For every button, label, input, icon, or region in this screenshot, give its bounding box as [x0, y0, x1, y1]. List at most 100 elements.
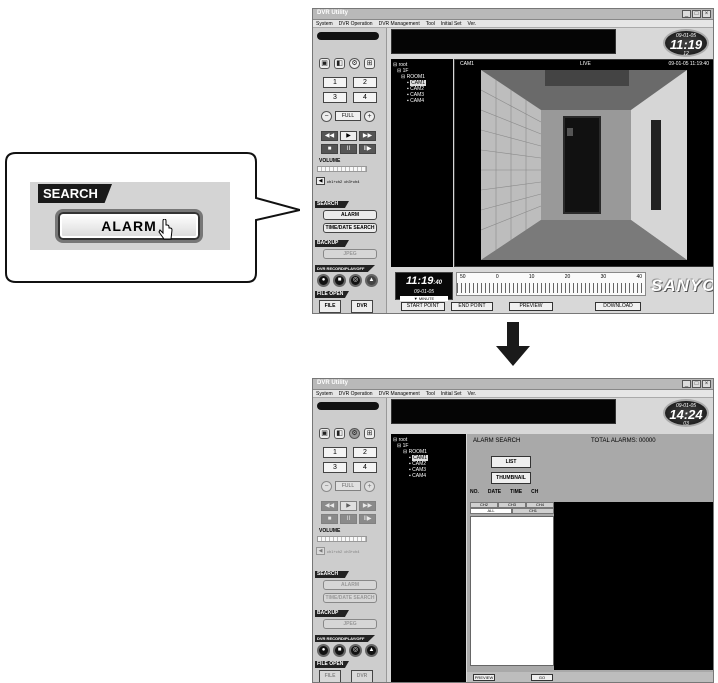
dvr-button[interactable]: DVR [351, 300, 373, 313]
rewind-button[interactable]: ◀◀ [321, 501, 338, 511]
video-view[interactable]: CAM1 LIVE 09-01-05 11:19:40 [454, 59, 713, 267]
menu-dvr-management[interactable]: DVR Management [379, 20, 420, 27]
tree-cam4[interactable]: ▪ CAM4 [393, 473, 464, 479]
thumbnail-button[interactable]: THUMBNAIL [491, 472, 531, 484]
channel-3-button[interactable]: 3 [323, 92, 347, 103]
menu-initial-set[interactable]: Initial Set [441, 20, 462, 27]
pause-button[interactable]: II [340, 514, 357, 524]
ch3-ch4-checkbox[interactable]: ch3+ch4 [344, 179, 359, 184]
step-button[interactable]: II▶ [359, 144, 376, 154]
volume-slider[interactable] [317, 166, 367, 172]
maximize-button[interactable]: □ [692, 380, 701, 388]
list-button[interactable]: LIST [491, 456, 531, 468]
start-point-button[interactable]: START POINT [401, 302, 445, 311]
settings-icon[interactable]: ⚙ [349, 428, 360, 439]
play-record-icon[interactable]: ◎ [349, 274, 362, 287]
channel-2-button[interactable]: 2 [353, 77, 377, 88]
menu-initial-set[interactable]: Initial Set [441, 390, 462, 397]
audio-left-icon[interactable]: ◀ [316, 177, 325, 185]
ch1-ch2-checkbox[interactable]: ch1+ch2 [327, 179, 342, 184]
zoom-in-icon[interactable]: + [364, 111, 375, 122]
fast-forward-button[interactable]: ▶▶ [359, 501, 376, 511]
channel-1-button[interactable]: 1 [323, 447, 347, 458]
eject-icon[interactable]: ▲ [365, 644, 378, 657]
jpeg-button[interactable]: JPEG [323, 249, 377, 259]
volume-slider[interactable] [317, 536, 367, 542]
alarm-preview-area [554, 502, 713, 670]
menu-dvr-operation[interactable]: DVR Operation [339, 390, 373, 397]
file-button[interactable]: FILE [319, 670, 341, 682]
minimize-button[interactable]: _ [682, 10, 691, 18]
menu-ver[interactable]: Ver. [467, 20, 476, 27]
ch1-ch2-checkbox[interactable]: ch1+ch2 [327, 549, 342, 554]
pause-button[interactable]: II [340, 144, 357, 154]
camera-icon[interactable]: ▣ [319, 58, 330, 69]
channel-1-button[interactable]: 1 [323, 77, 347, 88]
close-button[interactable]: × [702, 10, 711, 18]
eject-icon[interactable]: ▲ [365, 274, 378, 287]
audio-left-icon[interactable]: ◀ [316, 547, 325, 555]
stop-record-icon[interactable]: ■ [333, 644, 346, 657]
ch3-ch4-checkbox[interactable]: ch3+ch4 [344, 549, 359, 554]
full-button[interactable]: FULL [335, 111, 361, 121]
minimize-button[interactable]: _ [682, 380, 691, 388]
alarm-button[interactable]: ALARM [323, 580, 377, 590]
time-date-search-button[interactable]: TIME/DATE SEARCH [323, 593, 377, 603]
message-display [391, 399, 616, 424]
dvr-button[interactable]: DVR [351, 670, 373, 682]
file-button[interactable]: FILE [319, 300, 341, 313]
menu-system[interactable]: System [316, 20, 333, 27]
stop-button[interactable]: ■ [321, 514, 338, 524]
zoomed-alarm-button[interactable]: ALARM [58, 212, 200, 240]
menu-ver[interactable]: Ver. [467, 390, 476, 397]
record-icon[interactable]: ● [317, 644, 330, 657]
go-button[interactable]: GO [531, 674, 553, 681]
camera-icon[interactable]: ▣ [319, 428, 330, 439]
settings-icon[interactable]: ⚙ [349, 58, 360, 69]
close-button[interactable]: × [702, 380, 711, 388]
menu-system[interactable]: System [316, 390, 333, 397]
timeline-scale[interactable]: 50 0 10 20 30 40 [456, 272, 646, 296]
menu-tool[interactable]: Tool [426, 390, 435, 397]
menu-dvr-management[interactable]: DVR Management [379, 390, 420, 397]
zoom-in-icon[interactable]: + [364, 481, 375, 492]
end-point-button[interactable]: END POINT [451, 302, 493, 311]
time-date-search-button[interactable]: TIME/DATE SEARCH [323, 223, 377, 233]
tree-cam4[interactable]: ▪ CAM4 [393, 98, 451, 104]
alarm-preview-button[interactable]: PREVIEW [473, 674, 495, 681]
maximize-button[interactable]: □ [692, 10, 701, 18]
play-record-icon[interactable]: ◎ [349, 644, 362, 657]
preview-button[interactable]: PREVIEW [509, 302, 553, 311]
channel-2-button[interactable]: 2 [353, 447, 377, 458]
stop-button[interactable]: ■ [321, 144, 338, 154]
step-button[interactable]: II▶ [359, 514, 376, 524]
menu-tool[interactable]: Tool [426, 20, 435, 27]
channel-4-button[interactable]: 4 [353, 462, 377, 473]
full-button[interactable]: FULL [335, 481, 361, 491]
grid-icon[interactable]: ⊞ [364, 428, 375, 439]
jpeg-button[interactable]: JPEG [323, 619, 377, 629]
record-icon[interactable]: ● [317, 274, 330, 287]
zoomed-search-heading: SEARCH [38, 184, 112, 203]
multiscreen-icon[interactable]: ◧ [334, 428, 345, 439]
play-button[interactable]: ▶ [340, 501, 357, 511]
grid-icon[interactable]: ⊞ [364, 58, 375, 69]
minute-unit-select[interactable]: ▼ MINUTE [400, 296, 448, 301]
channel-4-button[interactable]: 4 [353, 92, 377, 103]
fast-forward-button[interactable]: ▶▶ [359, 131, 376, 141]
multiscreen-icon[interactable]: ◧ [334, 58, 345, 69]
alarm-list[interactable] [470, 516, 554, 666]
file-open-tag: FILE OPEN [315, 291, 349, 298]
play-button[interactable]: ▶ [340, 131, 357, 141]
channel-3-button[interactable]: 3 [323, 462, 347, 473]
rewind-button[interactable]: ◀◀ [321, 131, 338, 141]
download-button[interactable]: DOWNLOAD [595, 302, 641, 311]
stop-record-icon[interactable]: ■ [333, 274, 346, 287]
tab-ch1[interactable]: CH1 [512, 508, 554, 514]
menu-dvr-operation[interactable]: DVR Operation [339, 20, 373, 27]
zoom-out-icon[interactable]: − [321, 481, 332, 492]
zoom-out-icon[interactable]: − [321, 111, 332, 122]
tab-all[interactable]: ALL [470, 508, 512, 514]
alarm-button[interactable]: ALARM [323, 210, 377, 220]
video-mode-label: LIVE [580, 61, 591, 67]
